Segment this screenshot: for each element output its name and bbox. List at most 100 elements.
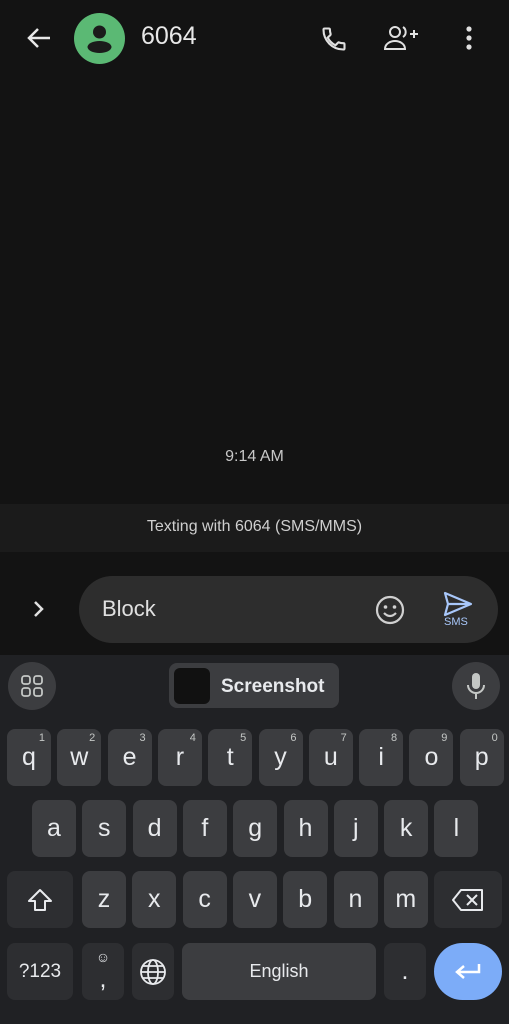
key-label: d <box>147 814 162 842</box>
key-s[interactable]: s <box>82 800 127 857</box>
key-label: , <box>99 965 107 993</box>
key-hint: 4 <box>189 732 196 744</box>
key-label: e <box>122 743 137 771</box>
key-t[interactable]: t5 <box>208 729 253 786</box>
key-label: o <box>424 743 439 771</box>
key-hint: 3 <box>139 732 146 744</box>
key-i[interactable]: i8 <box>359 729 404 786</box>
person-icon <box>87 25 112 53</box>
key-m[interactable]: m <box>383 871 428 928</box>
key-label: English <box>249 961 309 981</box>
key-label: . <box>401 957 409 985</box>
shift-icon <box>28 888 52 911</box>
key-d[interactable]: d <box>132 800 177 857</box>
key-label: h <box>298 814 313 842</box>
backspace-icon <box>452 888 483 911</box>
key-b[interactable]: b <box>283 871 328 928</box>
key-label: x <box>148 885 161 913</box>
key-hint: 5 <box>240 732 247 744</box>
space-key[interactable]: English <box>182 943 376 1000</box>
key-label: i <box>378 743 384 771</box>
comma-key[interactable]: ☺, <box>82 943 124 1000</box>
key-label: k <box>399 814 413 842</box>
language-key[interactable] <box>132 943 174 1000</box>
key-z[interactable]: z <box>82 871 126 928</box>
more-vert-icon[interactable] <box>462 25 476 51</box>
key-label: n <box>348 885 363 913</box>
key-label: j <box>353 814 359 842</box>
message-input-text[interactable]: Block <box>102 596 156 622</box>
symbols-key[interactable]: ?123 <box>7 943 73 1000</box>
screenshot-thumbnail <box>174 668 210 704</box>
key-hint: 9 <box>441 732 448 744</box>
expand-chevron-icon[interactable] <box>32 600 46 618</box>
send-sms-label[interactable]: SMS <box>444 616 468 628</box>
phone-icon[interactable] <box>320 25 348 53</box>
key-c[interactable]: c <box>182 871 227 928</box>
key-hint: 2 <box>89 732 96 744</box>
emoji-icon[interactable] <box>374 594 406 626</box>
key-o[interactable]: o9 <box>409 729 454 786</box>
key-label: b <box>298 885 313 913</box>
key-label: u <box>323 743 338 771</box>
key-hint: 7 <box>340 732 347 744</box>
key-label: y <box>274 743 287 771</box>
shift-key[interactable] <box>7 871 73 928</box>
key-e[interactable]: e3 <box>107 729 152 786</box>
key-label: s <box>98 814 111 842</box>
key-l[interactable]: l <box>434 800 479 857</box>
key-label: z <box>97 885 111 913</box>
key-hint: 8 <box>390 732 398 744</box>
voice-input-button[interactable] <box>452 662 500 710</box>
top-app-bar: 6064 <box>0 0 509 76</box>
key-q[interactable]: q1 <box>7 729 51 786</box>
key-label: ?123 <box>18 960 62 982</box>
enter-icon <box>455 963 481 979</box>
key-hint: 0 <box>491 732 498 744</box>
conversation-title[interactable]: 6064 <box>141 22 197 51</box>
suggestion-label[interactable]: Screenshot <box>221 676 324 698</box>
key-r[interactable]: r4 <box>157 729 202 786</box>
key-u[interactable]: u7 <box>308 729 353 786</box>
key-h[interactable]: h <box>283 800 328 857</box>
keyboard-menu-button[interactable] <box>8 662 56 710</box>
key-label: w <box>70 743 89 771</box>
emoji-hint-icon: ☺ <box>95 949 111 965</box>
key-a[interactable]: a <box>32 800 76 857</box>
key-label: a <box>47 814 61 842</box>
key-y[interactable]: y6 <box>258 729 303 786</box>
contact-avatar[interactable] <box>74 13 125 64</box>
key-hint: 6 <box>290 732 297 744</box>
key-label: g <box>248 814 263 842</box>
key-label: m <box>395 885 417 913</box>
key-label: t <box>226 743 234 771</box>
key-label: p <box>474 743 489 771</box>
key-j[interactable]: j <box>333 800 378 857</box>
key-label: c <box>198 885 211 913</box>
period-key[interactable]: . <box>384 943 426 1000</box>
microphone-icon <box>467 673 485 699</box>
key-label: r <box>175 743 185 771</box>
send-icon[interactable] <box>443 591 473 617</box>
key-n[interactable]: n <box>333 871 378 928</box>
backspace-key[interactable] <box>434 871 502 928</box>
key-v[interactable]: v <box>232 871 277 928</box>
enter-key[interactable] <box>434 943 502 1000</box>
key-w[interactable]: w2 <box>57 729 102 786</box>
key-label: f <box>201 814 209 842</box>
key-label: l <box>453 814 460 842</box>
key-g[interactable]: g <box>233 800 278 857</box>
grid-icon <box>21 675 43 697</box>
sms-banner: Texting with 6064 (SMS/MMS) <box>0 504 509 552</box>
key-k[interactable]: k <box>384 800 429 857</box>
globe-icon <box>140 958 166 985</box>
key-label: v <box>248 885 262 913</box>
key-label: q <box>22 743 36 771</box>
back-arrow-icon[interactable] <box>26 26 52 50</box>
key-p[interactable]: p0 <box>459 729 504 786</box>
key-x[interactable]: x <box>132 871 177 928</box>
add-contact-icon[interactable] <box>383 24 421 52</box>
key-hint: 1 <box>38 732 45 744</box>
key-f[interactable]: f <box>182 800 227 857</box>
message-timestamp: 9:14 AM <box>225 448 284 465</box>
